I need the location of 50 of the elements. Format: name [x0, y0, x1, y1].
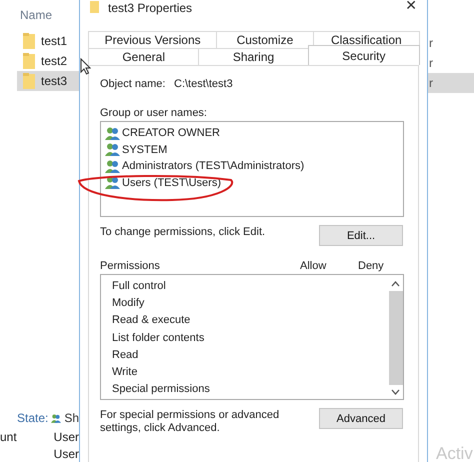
- deny-header: Deny: [358, 260, 385, 272]
- scroll-up-icon[interactable]: [391, 281, 400, 287]
- table-cell-text: r: [428, 35, 434, 52]
- object-name-value: C:\test\test3: [174, 78, 233, 90]
- table-cell: r: [428, 73, 474, 93]
- folder-row[interactable]: test3: [17, 71, 79, 91]
- column-header[interactable]: Name: [20, 8, 52, 22]
- groups-label: Group or user names:: [100, 107, 207, 119]
- advanced-button[interactable]: Advanced: [319, 408, 403, 429]
- permission-name: Special permissions: [112, 382, 210, 398]
- allow-header: Allow: [300, 260, 328, 272]
- permissions-label: Permissions: [100, 260, 161, 272]
- permission-name: Modify: [112, 296, 144, 312]
- folder-icon: [90, 1, 99, 13]
- advanced-hint: For special permissions or advanced settings, click Advanced.: [100, 409, 280, 435]
- users-icon: [51, 412, 62, 424]
- folder-row[interactable]: test1: [17, 31, 79, 51]
- tab[interactable]: Security: [308, 45, 420, 65]
- group-item[interactable]: Administrators (TEST\Administrators): [105, 158, 304, 174]
- users-icon: [105, 143, 120, 156]
- folder-icon: [23, 73, 35, 89]
- tab[interactable]: Previous Versions: [88, 31, 218, 48]
- folder-icon: [23, 33, 35, 49]
- edit-button[interactable]: Edit...: [319, 225, 403, 246]
- folder-icon: [23, 53, 35, 69]
- group-item[interactable]: SYSTEM: [105, 142, 168, 158]
- group-item[interactable]: CREATOR OWNER: [105, 125, 220, 142]
- object-name-label: Object name:: [100, 78, 166, 90]
- permission-name: Read & execute: [112, 313, 190, 328]
- permission-name: Read: [112, 348, 138, 363]
- table-cell-text: r: [428, 55, 434, 72]
- folder-row[interactable]: test2: [17, 51, 79, 71]
- close-button[interactable]: ✕: [403, 0, 419, 14]
- users-icon: [105, 176, 120, 190]
- users-icon: [105, 160, 120, 173]
- scroll-down-icon[interactable]: [391, 389, 400, 395]
- users-icon: [105, 126, 120, 140]
- state-label: State:: [17, 411, 48, 425]
- state-value: Sh: [64, 411, 79, 425]
- tab[interactable]: General: [88, 48, 200, 65]
- permission-name: List folder contents: [112, 330, 204, 346]
- window-title: test3 Properties: [108, 1, 192, 15]
- permission-name: Write: [112, 364, 138, 380]
- scroll-thumb[interactable]: [388, 291, 402, 385]
- table-cell-text: unt: [0, 430, 18, 444]
- table-cell: User: [54, 430, 79, 444]
- table-cell: User: [54, 446, 79, 460]
- edit-hint: To change permissions, click Edit.: [100, 226, 266, 238]
- permission-name: Full control: [112, 279, 166, 294]
- tab[interactable]: Sharing: [198, 48, 309, 65]
